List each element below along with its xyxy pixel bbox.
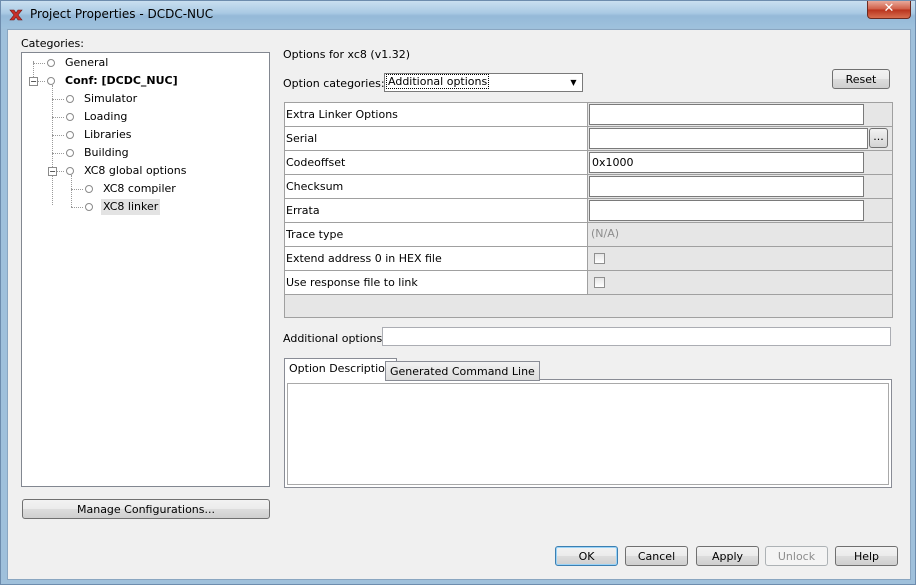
chevron-down-icon: ▼ <box>570 78 577 87</box>
help-button[interactable]: Help <box>835 546 898 566</box>
apply-button[interactable]: Apply <box>696 546 759 566</box>
codeoffset-field[interactable]: 0x1000 <box>589 152 864 173</box>
property-name: Trace type <box>285 223 588 246</box>
property-name: Serial <box>285 127 588 150</box>
tree-line <box>52 153 64 154</box>
options-property-grid: Extra Linker Options Serial ... Codeoffs… <box>284 102 893 318</box>
tree-item-conf[interactable]: Conf: [DCDC_NUC] <box>65 73 178 89</box>
option-description-text <box>287 383 889 485</box>
use-response-file-checkbox[interactable] <box>594 277 605 288</box>
property-name: Checksum <box>285 175 588 198</box>
cancel-button[interactable]: Cancel <box>625 546 688 566</box>
title-bar[interactable]: Project Properties - DCDC-NUC ✕ <box>1 1 915 28</box>
tree-item-general[interactable]: General <box>65 55 108 71</box>
unlock-button: Unlock <box>765 546 828 566</box>
tree-node-icon <box>66 131 74 139</box>
table-row: Codeoffset 0x1000 <box>285 151 892 175</box>
option-description-panel <box>284 379 892 488</box>
options-header: Options for xc8 (v1.32) <box>283 48 411 61</box>
categories-tree[interactable]: − − General Conf: [DCDC_NUC] Simulator L… <box>21 52 270 487</box>
tab-option-description[interactable]: Option Description <box>284 358 397 380</box>
property-name: Use response file to link <box>285 271 588 294</box>
collapse-xc8-global-icon[interactable]: − <box>48 167 57 176</box>
additional-options-input[interactable] <box>382 327 891 346</box>
manage-configurations-button[interactable]: Manage Configurations... <box>22 499 270 519</box>
tree-node-icon <box>85 185 93 193</box>
dialog-body: Categories: − − General Conf: [DCDC_NUC]… <box>7 29 911 580</box>
collapse-conf-icon[interactable]: − <box>29 77 38 86</box>
option-categories-value: Additional options <box>385 74 490 89</box>
property-name: Errata <box>285 199 588 222</box>
tree-node-icon <box>66 113 74 121</box>
property-name: Codeoffset <box>285 151 588 174</box>
checksum-field[interactable] <box>589 176 864 197</box>
reset-button[interactable]: Reset <box>832 69 890 89</box>
tree-line <box>71 207 83 208</box>
errata-field[interactable] <box>589 200 864 221</box>
table-row: Serial ... <box>285 127 892 151</box>
serial-browse-button[interactable]: ... <box>869 128 888 148</box>
tree-node-icon <box>47 59 55 67</box>
property-name: Extra Linker Options <box>285 103 588 126</box>
tree-item-xc8-global-options[interactable]: XC8 global options <box>84 163 186 179</box>
additional-options-label: Additional options: <box>283 332 386 345</box>
tab-generated-command-line[interactable]: Generated Command Line <box>385 361 540 381</box>
close-window-button[interactable]: ✕ <box>867 1 911 19</box>
extra-linker-options-field[interactable] <box>589 104 864 125</box>
tree-line <box>33 63 45 64</box>
tree-node-icon <box>66 167 74 175</box>
serial-field[interactable] <box>589 128 868 149</box>
table-row: Extra Linker Options <box>285 103 892 127</box>
trace-type-value: (N/A) <box>589 224 864 245</box>
tree-node-icon <box>66 95 74 103</box>
table-row: Checksum <box>285 175 892 199</box>
tree-line <box>52 99 64 100</box>
option-categories-label: Option categories: <box>283 77 385 90</box>
categories-label: Categories: <box>21 37 84 50</box>
project-properties-window: Project Properties - DCDC-NUC ✕ Categori… <box>0 0 916 585</box>
tree-item-building[interactable]: Building <box>84 145 129 161</box>
tree-line <box>52 135 64 136</box>
close-icon: ✕ <box>883 1 895 16</box>
tree-line <box>56 171 64 172</box>
tree-node-icon <box>47 77 55 85</box>
extend-address-checkbox[interactable] <box>594 253 605 264</box>
tree-item-xc8-linker[interactable]: XC8 linker <box>101 199 161 215</box>
tree-item-xc8-compiler[interactable]: XC8 compiler <box>103 181 176 197</box>
tree-line <box>37 81 45 82</box>
property-name: Extend address 0 in HEX file <box>285 247 588 270</box>
table-row: Extend address 0 in HEX file <box>285 247 892 271</box>
tree-line <box>71 175 72 207</box>
tree-line <box>71 189 83 190</box>
tree-line <box>52 117 64 118</box>
table-row: Trace type (N/A) <box>285 223 892 247</box>
tree-item-libraries[interactable]: Libraries <box>84 127 132 143</box>
tree-line <box>52 85 53 205</box>
ok-button[interactable]: OK <box>555 546 618 566</box>
tree-item-simulator[interactable]: Simulator <box>84 91 137 107</box>
app-logo-icon <box>9 9 23 21</box>
table-row: Errata <box>285 199 892 223</box>
tree-item-loading[interactable]: Loading <box>84 109 127 125</box>
table-row: Use response file to link <box>285 271 892 295</box>
tree-node-icon <box>85 203 93 211</box>
option-categories-select[interactable]: Additional options ▼ <box>384 73 583 92</box>
window-title: Project Properties - DCDC-NUC <box>30 7 214 21</box>
tree-node-icon <box>66 149 74 157</box>
